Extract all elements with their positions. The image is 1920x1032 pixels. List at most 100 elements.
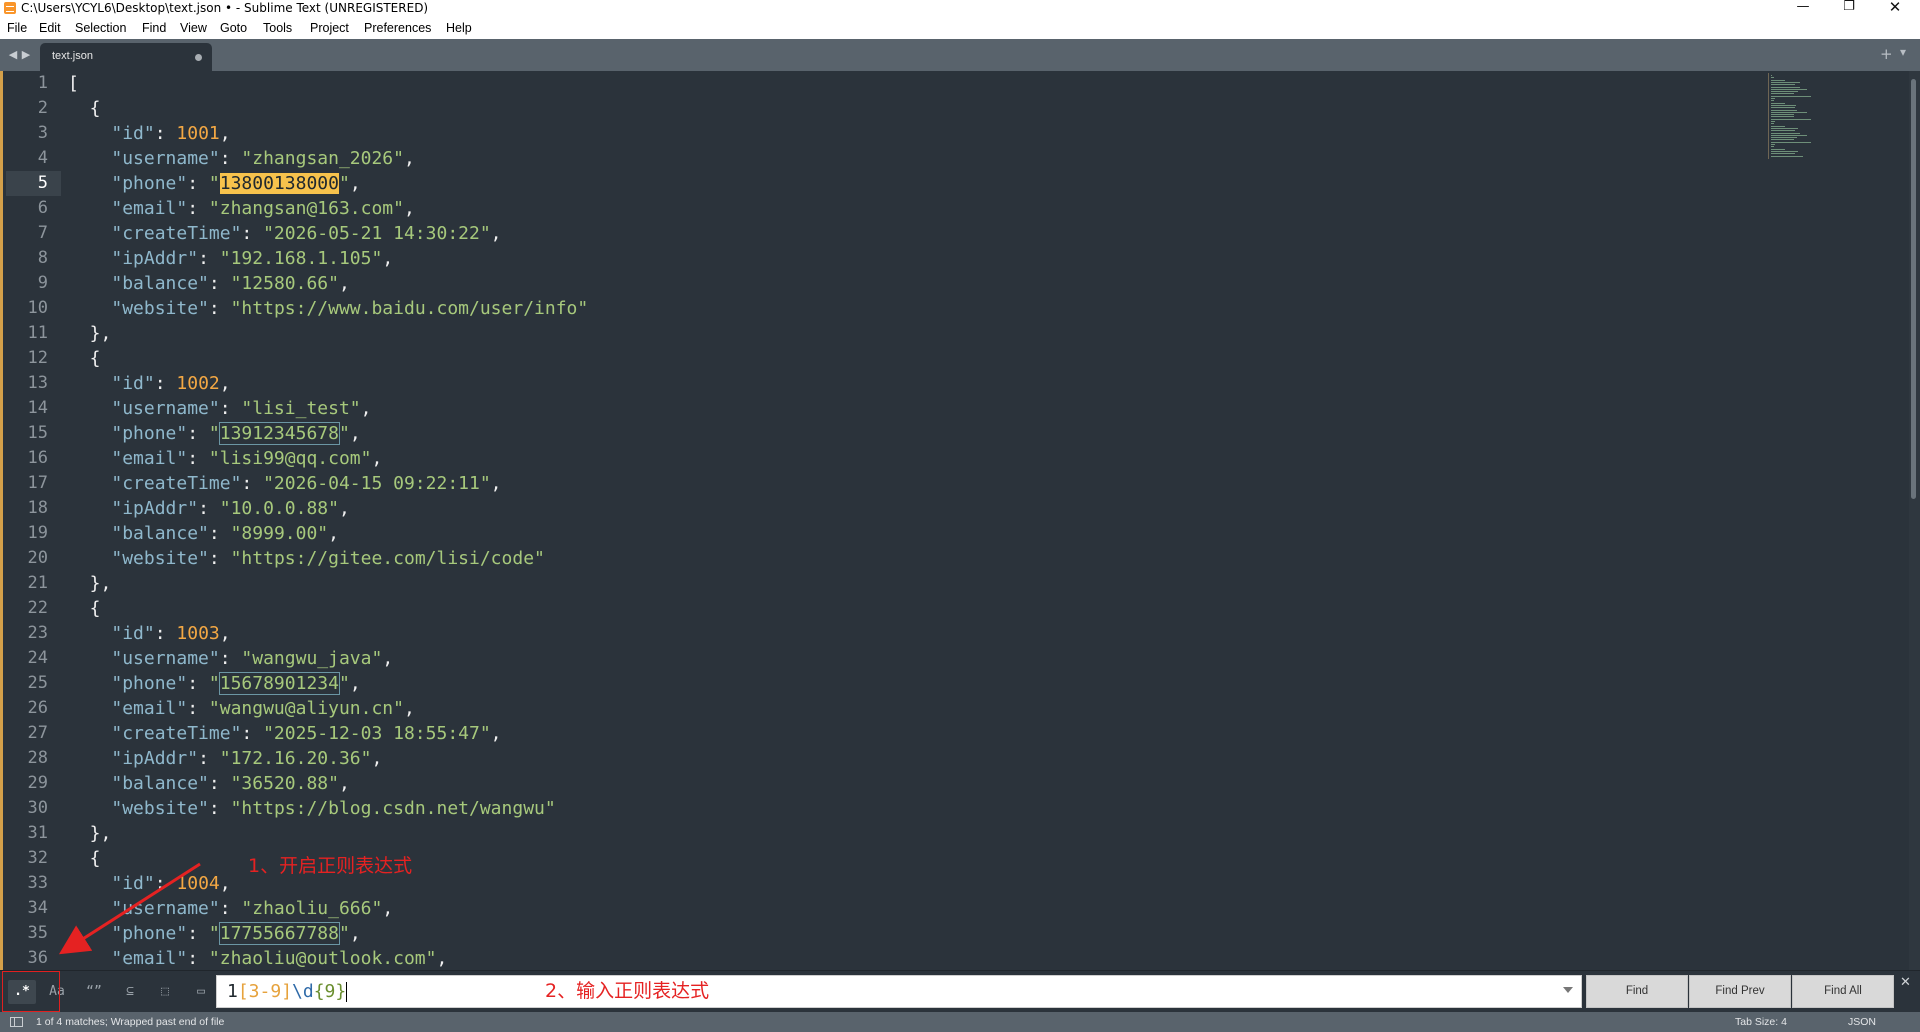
- line-number: 36: [27, 948, 48, 968]
- code-token: :: [241, 223, 264, 244]
- minimap-line: [1771, 100, 1774, 102]
- code-token: "192.168.1.105": [219, 248, 383, 269]
- menu-selection[interactable]: Selection: [74, 17, 127, 39]
- highlight-matches-toggle[interactable]: ▭: [187, 980, 215, 1004]
- code-token: "createTime": [111, 223, 242, 244]
- code-line[interactable]: },: [68, 571, 112, 596]
- code-line[interactable]: "id": 1002,: [68, 371, 231, 396]
- menu-file[interactable]: File: [6, 17, 28, 39]
- menu-find[interactable]: Find: [141, 17, 167, 39]
- code-line[interactable]: "balance": "12580.66",: [68, 271, 350, 296]
- code-line[interactable]: "createTime": "2026-04-15 09:22:11",: [68, 471, 501, 496]
- line-number: 5: [37, 173, 48, 193]
- editor-area[interactable]: 1 2 3 4 5 6 7 8 9 10 11 12 13 14 15 16 17 18 19 20 21 22 23 24 2…: [0, 71, 1920, 970]
- menu-view[interactable]: View: [179, 17, 208, 39]
- code-line[interactable]: "phone": "15678901234",: [68, 671, 361, 696]
- whole-word-toggle[interactable]: “”: [80, 980, 108, 1004]
- code-line[interactable]: "website": "https://www.baidu.com/user/i…: [68, 296, 588, 321]
- code-line[interactable]: "ipAddr": "172.16.20.36",: [68, 746, 382, 771]
- find-all-button[interactable]: Find All: [1792, 975, 1894, 1008]
- code-line[interactable]: "id": 1003,: [68, 621, 230, 646]
- search-match: 17755667788: [218, 922, 340, 945]
- code-line[interactable]: "username": "zhaoliu_666",: [68, 896, 393, 921]
- code-line[interactable]: "phone": "13912345678",: [68, 421, 361, 446]
- code-line[interactable]: "balance": "36520.88",: [68, 771, 349, 796]
- syntax-indicator[interactable]: JSON: [1848, 1012, 1876, 1032]
- close-window-button[interactable]: ✕: [1872, 0, 1918, 17]
- code-line[interactable]: "email": "zhaoliu@outlook.com",: [68, 946, 447, 970]
- minimize-button[interactable]: —: [1780, 0, 1826, 17]
- tab-back-arrow-icon[interactable]: ◀: [7, 47, 19, 63]
- code-line[interactable]: "username": "wangwu_java",: [68, 646, 393, 671]
- code-token: "2026-05-21 14:30:22": [263, 223, 491, 244]
- code-line[interactable]: "email": "wangwu@aliyun.cn",: [68, 696, 414, 721]
- code-line[interactable]: "createTime": "2026-05-21 14:30:22",: [68, 221, 501, 246]
- unsaved-dot-icon[interactable]: [195, 54, 202, 61]
- find-history-dropdown-icon[interactable]: [1563, 987, 1573, 993]
- code-line[interactable]: "username": "zhangsan_2026",: [68, 146, 414, 171]
- code-line[interactable]: "balance": "8999.00",: [68, 521, 339, 546]
- find-button[interactable]: Find: [1586, 975, 1688, 1008]
- code-token: "ipAddr": [111, 248, 199, 269]
- code-view[interactable]: [ { "id": 1001, "username": "zhangsan_20…: [68, 71, 1768, 970]
- code-line[interactable]: "id": 1001,: [68, 121, 230, 146]
- code-token: ,: [219, 373, 231, 394]
- minimap-line: [1771, 137, 1798, 139]
- code-token: :: [154, 873, 177, 894]
- code-line[interactable]: "id": 1004,: [68, 871, 230, 896]
- code-line[interactable]: {: [68, 846, 101, 871]
- minimap[interactable]: [1768, 73, 1818, 163]
- code-line[interactable]: "createTime": "2025-12-03 18:55:47",: [68, 721, 501, 746]
- tab-forward-arrow-icon[interactable]: ▶: [20, 47, 32, 63]
- code-line[interactable]: "website": "https://blog.csdn.net/wangwu…: [68, 796, 555, 821]
- find-prev-button[interactable]: Find Prev: [1689, 975, 1791, 1008]
- line-number: 14: [27, 398, 48, 418]
- scrollbar-thumb[interactable]: [1911, 79, 1916, 499]
- code-line[interactable]: "ipAddr": "10.0.0.88",: [68, 496, 349, 521]
- code-token: "id": [111, 873, 155, 894]
- code-line[interactable]: "email": "zhangsan@163.com",: [68, 196, 414, 221]
- code-line[interactable]: "ipAddr": "192.168.1.105",: [68, 246, 393, 271]
- toggle-panel-icon[interactable]: [10, 1017, 23, 1027]
- minimap-line: [1771, 98, 1775, 99]
- code-line[interactable]: {: [68, 596, 101, 621]
- code-line[interactable]: },: [68, 321, 112, 346]
- code-line[interactable]: "phone": "17755667788",: [68, 921, 361, 946]
- wrap-toggle[interactable]: ⊆: [116, 980, 144, 1004]
- find-input[interactable]: 1[3-9]\d{9}: [216, 975, 1582, 1008]
- tab-text-json[interactable]: text.json: [40, 43, 212, 71]
- new-tab-icon[interactable]: +: [1880, 45, 1893, 63]
- code-token: ,: [338, 273, 350, 294]
- code-line[interactable]: {: [68, 346, 101, 371]
- menu-tools[interactable]: Tools: [262, 17, 293, 39]
- menu-project[interactable]: Project: [309, 17, 350, 39]
- code-line[interactable]: "website": "https://gitee.com/lisi/code": [68, 546, 545, 571]
- code-token: "2025-12-03 18:55:47": [263, 723, 491, 744]
- menu-help[interactable]: Help: [445, 17, 473, 39]
- code-token: "https://www.baidu.com/user/info": [230, 298, 589, 319]
- tab-size-indicator[interactable]: Tab Size: 4: [1735, 1012, 1787, 1032]
- code-line[interactable]: [: [68, 71, 79, 96]
- restore-button[interactable]: ❐: [1826, 0, 1872, 17]
- tab-list-chevron-icon[interactable]: ▾: [1900, 45, 1906, 59]
- code-line[interactable]: {: [68, 96, 101, 121]
- menu-goto[interactable]: Goto: [219, 17, 248, 39]
- code-token: "36520.88": [230, 773, 339, 794]
- menu-edit[interactable]: Edit: [38, 17, 62, 39]
- code-line[interactable]: },: [68, 821, 112, 846]
- code-token: ,: [349, 673, 361, 694]
- code-token: "ipAddr": [111, 748, 199, 769]
- vertical-scrollbar[interactable]: [1909, 71, 1920, 970]
- code-line[interactable]: "username": "lisi_test",: [68, 396, 371, 421]
- menu-preferences[interactable]: Preferences: [363, 17, 432, 39]
- in-selection-toggle[interactable]: ⬚: [151, 980, 179, 1004]
- close-find-panel-icon[interactable]: ✕: [1900, 975, 1911, 990]
- minimap-line: [1771, 130, 1796, 132]
- code-line[interactable]: "phone": "13800138000",: [68, 171, 361, 196]
- code-line[interactable]: "email": "lisi99@qq.com",: [68, 446, 382, 471]
